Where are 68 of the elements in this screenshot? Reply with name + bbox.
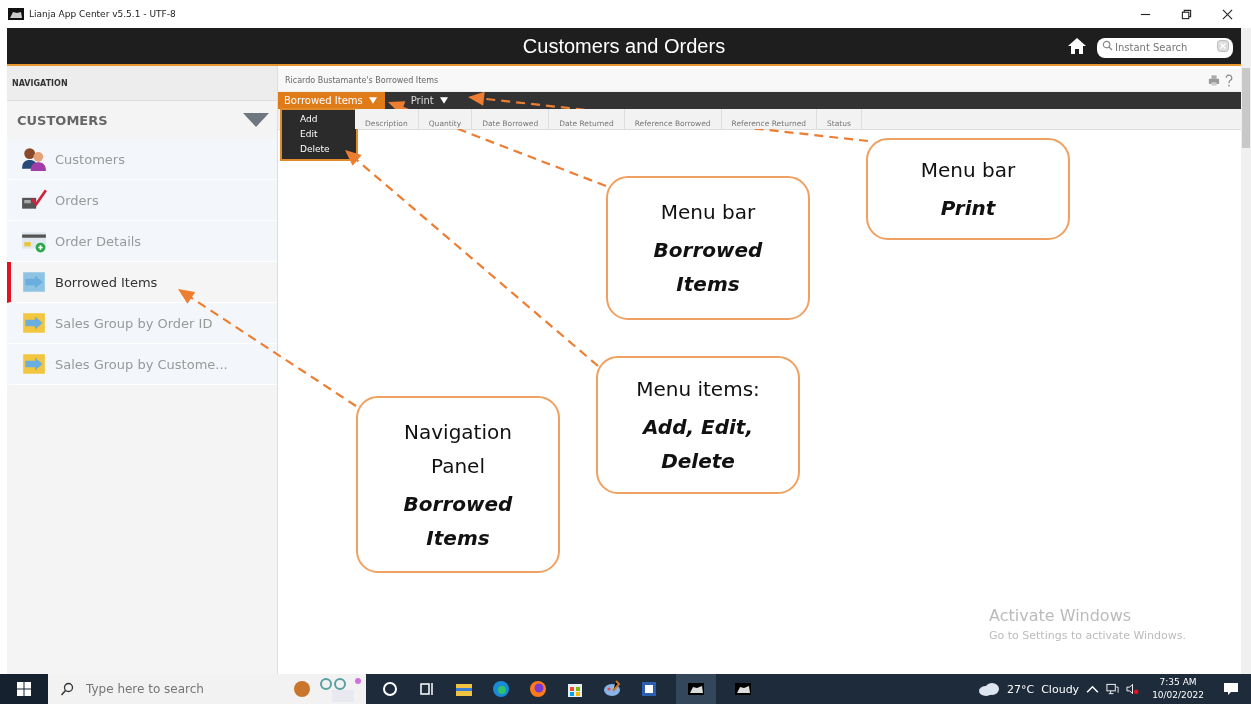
breadcrumb: Ricardo Bustamante's Borrowed Items xyxy=(285,75,439,85)
search-icon xyxy=(1102,40,1113,51)
activation-text: Go to Settings to activate Windows. xyxy=(989,629,1187,642)
menu-button[interactable]: Borrowed Items xyxy=(278,92,385,109)
search-icon xyxy=(60,682,74,696)
navigation-label: Customers xyxy=(55,151,125,167)
navigation-label: Sales Group by Custome... xyxy=(55,356,228,372)
window-title: Lianja App Center v5.5.1 - UTF-8 xyxy=(29,9,176,19)
people-icon xyxy=(21,147,47,171)
callout-subject: Borrowed Items xyxy=(402,490,514,552)
menu-item[interactable]: Delete xyxy=(282,142,356,157)
speaker-muted-icon[interactable] xyxy=(1126,683,1140,695)
menu-item[interactable]: Edit xyxy=(282,127,356,142)
caret-icon xyxy=(368,97,377,104)
navigation-label: Sales Group by Order ID xyxy=(55,315,213,331)
section-header[interactable]: CUSTOMERS xyxy=(7,101,277,139)
app-title: Customers and Orders xyxy=(522,34,726,58)
start-button[interactable] xyxy=(0,674,48,704)
callout-title: Menu items: xyxy=(636,376,760,403)
weather-condition: Cloudy xyxy=(1041,682,1080,696)
section-title: CUSTOMERS xyxy=(17,112,108,128)
chevron-up-icon[interactable] xyxy=(1086,683,1100,695)
app-logo-icon xyxy=(8,8,24,20)
close-icon[interactable] xyxy=(1222,8,1233,20)
scrollbar-thumb[interactable] xyxy=(1242,68,1250,148)
menu-button[interactable]: Print xyxy=(404,92,456,109)
navigation-heading: NAVIGATION xyxy=(12,78,68,88)
card-plus-icon xyxy=(21,229,47,253)
network-icon[interactable] xyxy=(1106,683,1120,695)
callout-title: Menu bar xyxy=(920,157,1016,184)
home-icon[interactable] xyxy=(1067,37,1087,55)
callout-subject: Print xyxy=(940,195,996,222)
clock[interactable]: 7:35 AM 10/02/2022 xyxy=(1146,674,1210,704)
navigation-label: Order Details xyxy=(55,233,142,249)
time: 7:35 AM xyxy=(1159,676,1197,689)
navigation-item[interactable]: Orders xyxy=(7,180,277,221)
paint-palette-icon[interactable] xyxy=(602,679,622,699)
printer-icon[interactable] xyxy=(1208,73,1220,87)
register-check-icon xyxy=(21,188,47,212)
collapse-triangle-icon[interactable] xyxy=(243,113,269,127)
document-editor-icon[interactable] xyxy=(639,679,659,699)
callout-title: Navigation Panel xyxy=(403,418,513,480)
cloud-icon[interactable] xyxy=(978,682,1000,696)
taskbar-search-field[interactable]: Type here to search xyxy=(48,674,290,704)
restore-icon[interactable] xyxy=(1181,8,1192,20)
date: 10/02/2022 xyxy=(1152,689,1204,702)
navigation-item[interactable]: Order Details xyxy=(7,221,277,262)
search-field[interactable]: Instant Search xyxy=(1097,37,1233,58)
help-icon[interactable] xyxy=(1223,73,1235,87)
caret-icon xyxy=(439,97,448,104)
scrollbar[interactable] xyxy=(1241,28,1251,674)
callout-subject: Borrowed Items xyxy=(652,237,764,298)
fox-browser-icon[interactable] xyxy=(528,679,548,699)
browser-wave-icon[interactable] xyxy=(491,679,511,699)
navigation-item[interactable]: Customers xyxy=(7,139,277,180)
menu-item[interactable]: Add xyxy=(282,112,356,127)
navigation-item[interactable]: Sales Group by Order ID xyxy=(7,303,277,344)
windows-logo-icon xyxy=(17,682,31,696)
navigation-item[interactable]: Sales Group by Custome... xyxy=(7,344,277,385)
circle-icon[interactable] xyxy=(380,679,400,699)
navigation-item[interactable]: Borrowed Items xyxy=(7,262,277,303)
navigation-label: Borrowed Items xyxy=(55,274,158,290)
notification-icon[interactable] xyxy=(1223,681,1239,697)
temperature: 27°C xyxy=(1007,682,1035,696)
navigation-label: Orders xyxy=(55,192,99,208)
activation-title: Activate Windows xyxy=(989,606,1133,625)
callout-title: Menu bar xyxy=(660,199,756,226)
callout-subject: Add, Edit, Delete xyxy=(641,414,755,475)
